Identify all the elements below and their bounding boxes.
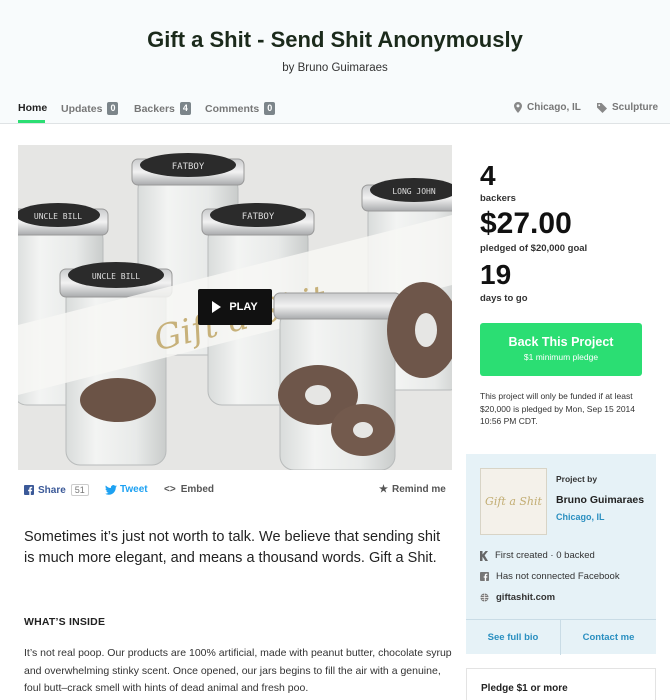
- creator-facebook-label: Has not connected Facebook: [496, 571, 620, 582]
- location-pin-icon: [514, 102, 522, 113]
- tweet-button[interactable]: Tweet: [105, 484, 148, 495]
- backers-count-badge: 4: [179, 102, 191, 115]
- remind-me-button[interactable]: ★ Remind me: [379, 484, 446, 495]
- days-to-go-count: 19: [480, 259, 512, 290]
- creator-actions: See full bio Contact me: [466, 619, 656, 655]
- backers-count: 4: [480, 160, 496, 191]
- kickstarter-icon: [480, 550, 488, 561]
- page-title: Gift a Shit - Send Shit Anonymously: [147, 27, 523, 52]
- star-icon: ★: [379, 484, 388, 495]
- pledged-label: pledged of $20,000 goal: [480, 243, 588, 254]
- tab-updates[interactable]: Updates 0: [61, 102, 119, 115]
- active-tab-indicator: [18, 120, 45, 123]
- creator-avatar[interactable]: Gift a Shit: [480, 468, 547, 535]
- jar-label-1: FATBOY: [172, 162, 205, 172]
- comments-count-badge: 0: [264, 102, 276, 115]
- tab-home-label: Home: [18, 102, 48, 114]
- jar-label-3: FATBOY: [242, 212, 275, 222]
- jar-label-2: UNCLE BILL: [34, 212, 82, 221]
- project-blurb: Sometimes it’s just not worth to talk. W…: [24, 529, 441, 566]
- tab-updates-label: Updates: [61, 102, 103, 115]
- creator-website-link[interactable]: giftashit.com: [480, 592, 555, 603]
- tweet-label: Tweet: [120, 484, 148, 495]
- twitter-icon: [105, 484, 117, 495]
- play-icon: [212, 301, 222, 313]
- play-button[interactable]: PLAY: [198, 289, 272, 325]
- project-by-label: Project by: [556, 474, 598, 484]
- see-full-bio-button[interactable]: See full bio: [466, 620, 561, 655]
- creator-history-label: First created · 0 backed: [495, 550, 595, 561]
- contact-me-button[interactable]: Contact me: [561, 620, 656, 655]
- back-button-sublabel: $1 minimum pledge: [523, 352, 599, 362]
- tag-icon: [597, 102, 607, 113]
- funding-note: This project will only be funded if at l…: [480, 391, 636, 426]
- reward-card[interactable]: Pledge $1 or more: [466, 668, 656, 700]
- facebook-share-label: Share: [38, 484, 66, 496]
- embed-icon: <>: [164, 484, 176, 495]
- facebook-share-count: 51: [70, 484, 89, 496]
- embed-button[interactable]: <> Embed: [164, 484, 214, 495]
- tab-backers[interactable]: Backers 4: [134, 102, 191, 115]
- creator-history: First created · 0 backed: [480, 550, 595, 561]
- creator-card: Gift a Shit Project by Bruno Guimaraes C…: [466, 454, 656, 655]
- creator-website-label: giftashit.com: [496, 592, 556, 603]
- location-link[interactable]: Chicago, IL: [514, 102, 581, 113]
- whats-inside-body: It’s not real poop. Our products are 100…: [24, 647, 452, 694]
- project-nav: Home Updates 0 Backers 4 Comments 0 Chicago…: [0, 96, 670, 124]
- tab-home[interactable]: Home: [18, 102, 47, 114]
- category-link[interactable]: Sculpture: [597, 102, 658, 113]
- embed-label: Embed: [180, 484, 215, 495]
- whats-inside-heading: WHAT’S INSIDE: [24, 616, 106, 628]
- play-label: PLAY: [229, 301, 258, 313]
- reward-heading: Pledge $1 or more: [481, 683, 568, 694]
- location-label: Chicago, IL: [527, 102, 581, 113]
- creator-avatar-logo: Gift a Shit: [485, 495, 542, 508]
- category-label: Sculpture: [612, 102, 659, 113]
- backers-label: backers: [480, 193, 516, 204]
- project-byline[interactable]: by Bruno Guimaraes: [0, 62, 670, 74]
- facebook-icon: [24, 485, 34, 495]
- facebook-icon: [480, 572, 489, 581]
- creator-location[interactable]: Chicago, IL: [556, 512, 605, 522]
- jar-label-5: UNCLE BILL: [92, 272, 140, 281]
- back-button-label: Back This Project: [508, 335, 614, 349]
- jar-label-4: LONG JOHN: [392, 187, 436, 196]
- creator-name[interactable]: Bruno Guimaraes: [556, 494, 644, 506]
- days-to-go-label: days to go: [480, 293, 528, 304]
- creator-facebook-status: Has not connected Facebook: [480, 571, 620, 582]
- tab-comments[interactable]: Comments 0: [205, 102, 276, 115]
- tab-backers-label: Backers: [134, 102, 175, 115]
- globe-icon: [480, 593, 489, 602]
- share-bar: Share 51 Tweet <> Embed ★ Remind me: [18, 480, 452, 502]
- remind-me-label: Remind me: [391, 484, 446, 495]
- pledged-amount: $27.00: [480, 207, 572, 240]
- facebook-share-button[interactable]: Share 51: [24, 484, 89, 496]
- updates-count-badge: 0: [107, 102, 119, 115]
- back-this-project-button[interactable]: Back This Project $1 minimum pledge: [480, 323, 642, 376]
- tab-comments-label: Comments: [205, 102, 260, 115]
- jar-6: [273, 292, 402, 470]
